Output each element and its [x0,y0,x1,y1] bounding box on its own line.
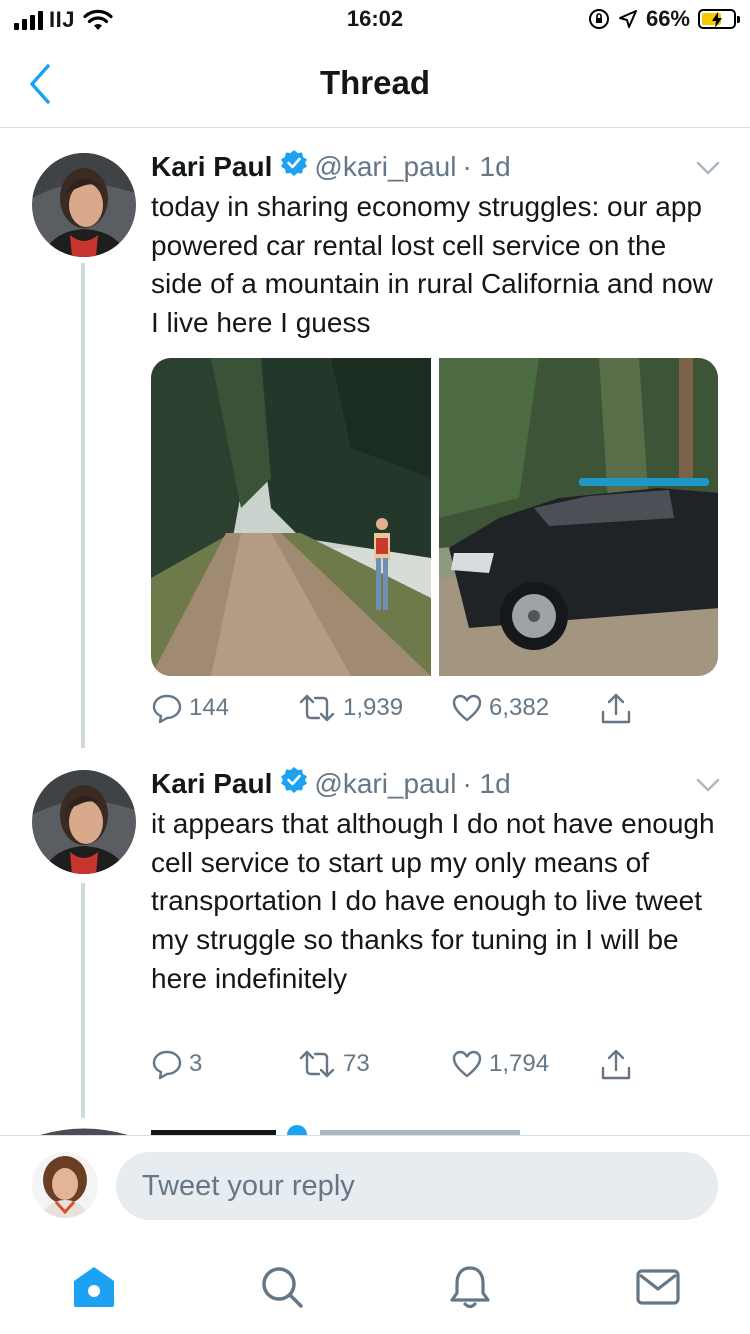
tweet-actions: 144 1,939 6,382 [151,692,641,732]
share-icon [601,1049,631,1080]
tweet[interactable]: Kari Paul @kari_paul · 1d today in shari… [0,128,750,748]
reply-count: 144 [189,694,230,721]
chevron-down-icon [696,161,720,175]
bell-icon [450,1266,490,1309]
avatar[interactable] [32,770,136,874]
tweet-text: today in sharing economy struggles: our … [151,191,713,339]
heart-icon [452,694,482,722]
tweet-age: · 1d [462,150,511,182]
tweet-media [151,358,718,676]
page-title: Thread [319,64,431,101]
location-icon [618,10,637,28]
thread-line [81,263,85,748]
tweet[interactable]: Kari Paul @kari_paul · 1d it appears tha… [0,748,750,1118]
status-bar: IIJ 16:02 66% [0,0,750,40]
verified-badge-icon [280,766,308,801]
avatar[interactable] [32,153,136,257]
battery-icon [698,9,740,29]
retweet-button[interactable]: 73 [297,1048,370,1080]
tweet-actions: 3 73 1,794 [151,1048,641,1088]
tweet-menu-button[interactable] [694,771,722,799]
orientation-lock-icon [588,9,609,29]
thread-line [81,883,85,1118]
reply-icon [152,694,182,724]
tweet-menu-button[interactable] [694,154,722,182]
photo-car[interactable] [438,358,718,676]
next-tweet-peek [0,1118,750,1135]
author-handle[interactable]: @kari_paul [314,151,456,183]
author-name[interactable]: Kari Paul [151,151,272,183]
tab-home[interactable] [70,1263,118,1311]
retweet-icon [299,1050,335,1078]
retweet-icon [299,694,335,722]
reply-button[interactable]: 3 [151,1048,202,1080]
home-icon [74,1267,114,1307]
verified-badge-icon [280,149,308,184]
reply-icon [152,1050,182,1080]
share-button[interactable] [599,1048,633,1082]
photo-road[interactable] [151,358,431,676]
author-name[interactable]: Kari Paul [151,768,272,800]
my-avatar[interactable] [32,1152,98,1218]
tab-search[interactable] [258,1263,306,1311]
chevron-down-icon [696,778,720,792]
retweet-count: 73 [343,1050,370,1077]
reply-composer [0,1135,750,1239]
tweet-age: · 1d [462,767,511,799]
tweet-text: it appears that although I do not have e… [151,808,715,994]
battery-percent: 66% [645,6,690,31]
reply-count: 3 [189,1050,203,1077]
tab-bar [0,1239,750,1334]
heart-icon [452,1050,482,1078]
mail-icon [636,1269,680,1305]
search-icon [262,1267,303,1308]
share-button[interactable] [599,692,633,726]
author-handle[interactable]: @kari_paul [314,768,456,800]
like-count: 6,382 [489,694,550,721]
like-count: 1,794 [489,1050,550,1077]
reply-button[interactable]: 144 [151,692,229,724]
retweet-count: 1,939 [343,694,404,721]
nav-bar: Thread [0,40,750,128]
like-button[interactable]: 6,382 [451,692,549,724]
tab-messages[interactable] [634,1263,682,1311]
like-button[interactable]: 1,794 [451,1048,549,1080]
reply-input[interactable] [116,1152,718,1220]
share-icon [601,693,631,724]
tab-notifications[interactable] [446,1263,494,1311]
retweet-button[interactable]: 1,939 [297,692,403,724]
